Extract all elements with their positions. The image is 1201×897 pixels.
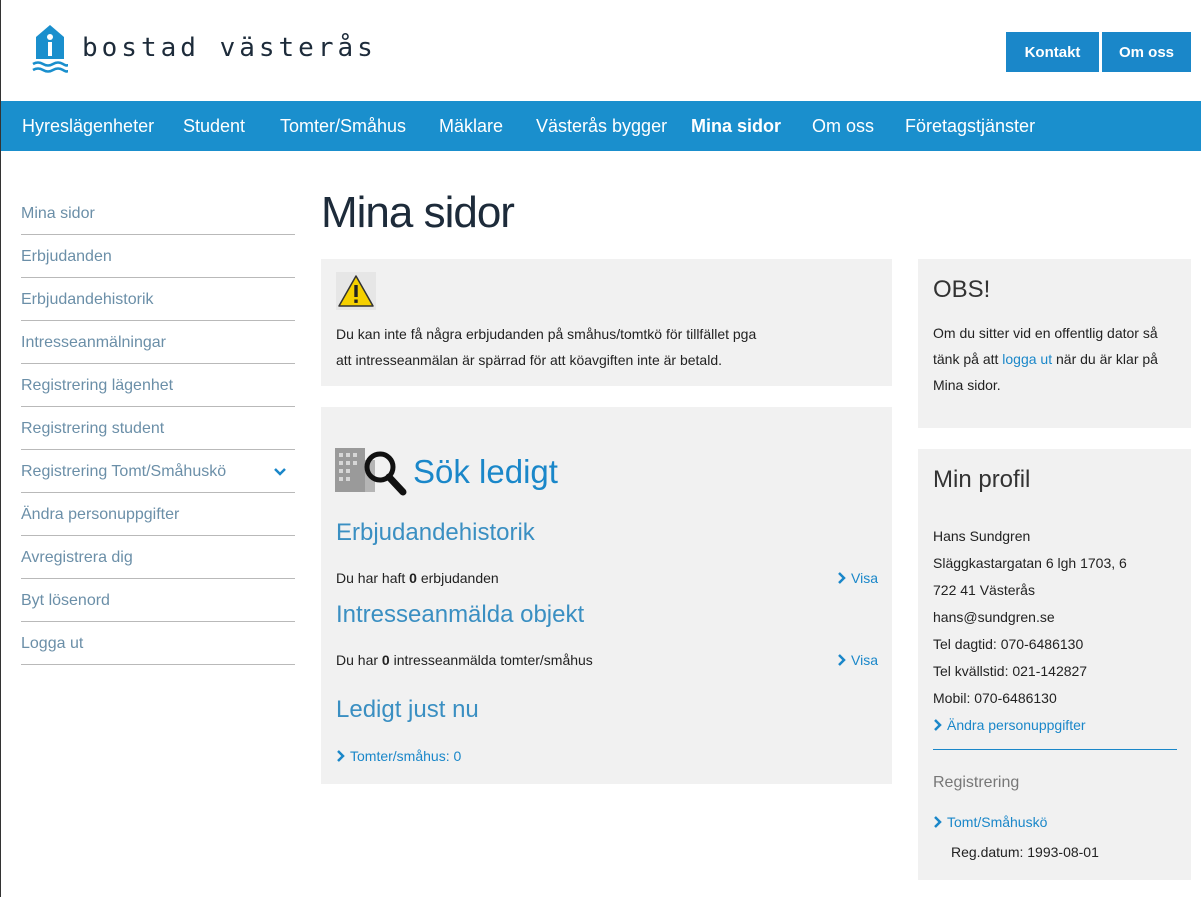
sidebar: Mina sidor Erbjudanden Erbjudandehistori… — [21, 192, 295, 665]
profile-address: Släggkastargatan 6 lgh 1703, 6 — [933, 555, 1127, 571]
registrering-label: Registrering — [933, 774, 1020, 791]
building-search-icon — [335, 448, 407, 496]
sidebar-item-registrering-tomt-smahusko[interactable]: Registrering Tomt/Småhuskö — [21, 450, 295, 493]
interest-suffix: intresseanmälda tomter/småhus — [389, 652, 593, 668]
chevron-right-icon — [838, 572, 846, 584]
warning-icon — [336, 272, 376, 310]
sidebar-item-label: Logga ut — [21, 635, 84, 652]
profile-panel: Min profil Hans Sundgren Släggkastargata… — [918, 449, 1191, 880]
nav-item-foretagstjanster[interactable]: Företagstjänster — [905, 101, 1035, 151]
sidebar-item-label: Avregistrera dig — [21, 549, 133, 566]
sidebar-item-label: Erbjudanden — [21, 248, 112, 265]
history-suffix: erbjudanden — [416, 570, 499, 586]
logo-text: bostad västerås — [82, 33, 377, 63]
tomter-smahus-link[interactable]: Tomter/småhus: 0 — [336, 748, 461, 764]
main-nav: Hyreslägenheter Student Tomter/Småhus Mä… — [1, 101, 1201, 151]
tomt-smahusko-link[interactable]: Tomt/Småhuskö — [933, 814, 1047, 830]
reg-date: Reg.datum: 1993-08-01 — [951, 844, 1099, 860]
sok-ledigt-heading[interactable]: Sök ledigt — [413, 453, 558, 491]
sidebar-item-label: Byt lösenord — [21, 592, 110, 609]
om-oss-button[interactable]: Om oss — [1102, 32, 1191, 72]
warning-line: att intresseanmälan är spärrad för att k… — [336, 352, 722, 368]
sidebar-item-label: Mina sidor — [21, 205, 95, 222]
search-panel: Sök ledigt Erbjudandehistorik Du har haf… — [321, 407, 892, 784]
profile-city: 722 41 Västerås — [933, 582, 1035, 598]
warning-panel: Du kan inte få några erbjudanden på småh… — [321, 259, 892, 386]
sidebar-item-label: Intresseanmälningar — [21, 334, 166, 351]
profile-heading: Min profil — [933, 466, 1031, 493]
kontakt-button[interactable]: Kontakt — [1006, 32, 1099, 72]
history-prefix: Du har haft — [336, 570, 410, 586]
ledigt-just-nu-heading: Ledigt just nu — [336, 696, 479, 723]
sidebar-item-avregistrera-dig[interactable]: Avregistrera dig — [21, 536, 295, 579]
sidebar-item-label: Registrering student — [21, 420, 165, 437]
chevron-right-icon — [838, 654, 846, 666]
visa-label: Visa — [851, 652, 878, 668]
site-header: bostad västerås Kontakt Om oss — [1, 0, 1201, 101]
warning-line: Du kan inte få några erbjudanden på småh… — [336, 326, 757, 342]
sidebar-item-andra-personuppgifter[interactable]: Ändra personuppgifter — [21, 493, 295, 536]
sidebar-item-label: Registrering Tomt/Småhuskö — [21, 463, 227, 480]
page-title: Mina sidor — [321, 188, 515, 237]
interest-summary: Du har 0 intresseanmälda tomter/småhus — [336, 652, 593, 668]
sidebar-item-label: Registrering lägenhet — [21, 377, 174, 394]
nav-item-mina-sidor[interactable]: Mina sidor — [691, 101, 781, 151]
andra-personuppgifter-link[interactable]: Ändra personuppgifter — [933, 717, 1086, 733]
visa-history-link[interactable]: Visa — [837, 570, 878, 586]
history-summary: Du har haft 0 erbjudanden — [336, 570, 499, 586]
andra-personuppgifter-label: Ändra personuppgifter — [947, 717, 1086, 733]
logga-ut-link[interactable]: logga ut — [1002, 351, 1052, 367]
sidebar-item-mina-sidor[interactable]: Mina sidor — [21, 192, 295, 235]
tomter-smahus-label: Tomter/småhus: 0 — [350, 748, 462, 764]
sidebar-item-erbjudandehistorik[interactable]: Erbjudandehistorik — [21, 278, 295, 321]
profile-divider — [933, 749, 1177, 750]
chevron-down-icon[interactable] — [273, 465, 287, 479]
warning-text: Du kan inte få några erbjudanden på småh… — [336, 321, 856, 373]
nav-item-maklare[interactable]: Mäklare — [439, 101, 503, 151]
nav-item-vasteras-bygger[interactable]: Västerås bygger — [536, 101, 667, 151]
nav-item-tomter-smahus[interactable]: Tomter/Småhus — [280, 101, 406, 151]
sidebar-item-intresseanmalningar[interactable]: Intresseanmälningar — [21, 321, 295, 364]
site-logo[interactable]: bostad västerås — [32, 23, 377, 77]
profile-tel-day: Tel dagtid: 070-6486130 — [933, 636, 1084, 652]
obs-heading: OBS! — [933, 276, 991, 303]
nav-item-hyreslagenheter[interactable]: Hyreslägenheter — [22, 101, 154, 151]
logo-icon — [32, 25, 68, 73]
sidebar-item-label: Erbjudandehistorik — [21, 291, 154, 308]
chevron-right-icon — [934, 719, 942, 731]
sidebar-item-logga-ut[interactable]: Logga ut — [21, 622, 295, 665]
chevron-right-icon — [337, 750, 345, 762]
sidebar-item-byt-losenord[interactable]: Byt lösenord — [21, 579, 295, 622]
history-count: 0 — [409, 570, 417, 586]
profile-mobile: Mobil: 070-6486130 — [933, 690, 1057, 706]
erbjudandehistorik-heading: Erbjudandehistorik — [336, 519, 535, 546]
sidebar-item-label: Ändra personuppgifter — [21, 506, 180, 523]
sidebar-item-erbjudanden[interactable]: Erbjudanden — [21, 235, 295, 278]
nav-item-student[interactable]: Student — [183, 101, 245, 151]
nav-item-om-oss[interactable]: Om oss — [812, 101, 874, 151]
chevron-right-icon — [934, 816, 942, 828]
obs-panel: OBS! Om du sitter vid en offentlig dator… — [918, 259, 1191, 428]
intresseanmalda-heading: Intresseanmälda objekt — [336, 601, 585, 628]
obs-text: Om du sitter vid en offentlig dator så t… — [933, 320, 1183, 398]
profile-name: Hans Sundgren — [933, 528, 1031, 544]
sidebar-item-registrering-student[interactable]: Registrering student — [21, 407, 295, 450]
interest-prefix: Du har — [336, 652, 382, 668]
tomt-smahusko-label: Tomt/Småhuskö — [947, 814, 1048, 830]
interest-count: 0 — [381, 652, 390, 668]
visa-label: Visa — [851, 570, 878, 586]
profile-tel-evening: Tel kvällstid: 021-142827 — [933, 663, 1088, 679]
visa-interest-link[interactable]: Visa — [837, 652, 878, 668]
profile-email: hans@sundgren.se — [933, 609, 1055, 625]
sidebar-item-registrering-lagenhet[interactable]: Registrering lägenhet — [21, 364, 295, 407]
